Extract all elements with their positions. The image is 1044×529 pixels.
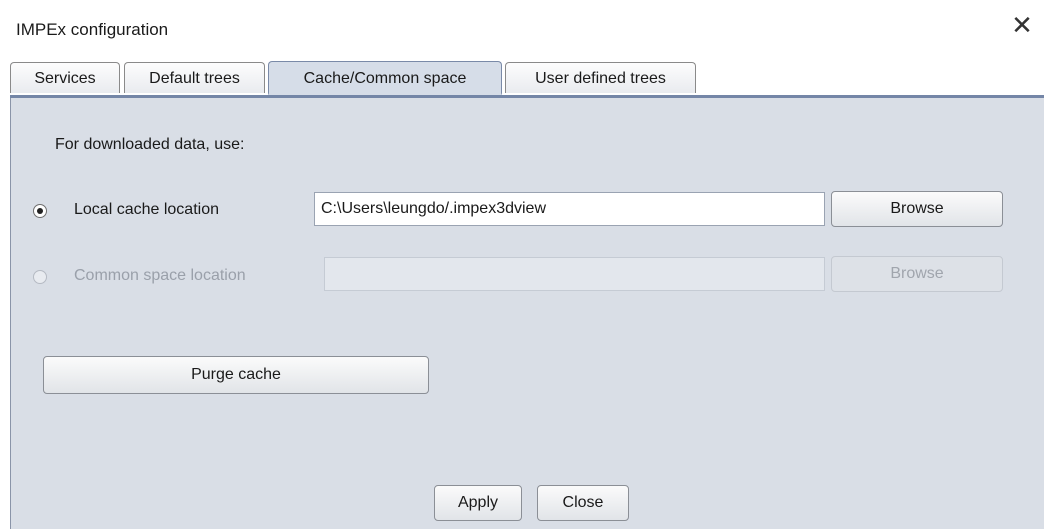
- common-space-label: Common space location: [74, 267, 246, 284]
- title-bar: IMPEx configuration ✕: [0, 0, 1044, 58]
- cache-settings-panel: For downloaded data, use: Local cache lo…: [10, 98, 1044, 529]
- purge-cache-button[interactable]: Purge cache: [43, 356, 429, 394]
- tab-services[interactable]: Services: [10, 62, 120, 93]
- common-space-browse-button[interactable]: Browse: [831, 256, 1003, 292]
- tab-default-trees[interactable]: Default trees: [124, 62, 265, 93]
- tab-user-defined-trees[interactable]: User defined trees: [505, 62, 696, 93]
- apply-button[interactable]: Apply: [434, 485, 522, 521]
- common-space-radio[interactable]: [33, 270, 47, 284]
- dialog-window: IMPEx configuration ✕ Services Default t…: [0, 0, 1044, 529]
- tab-strip: Services Default trees Cache/Common spac…: [10, 61, 1044, 96]
- tab-cache-common-space[interactable]: Cache/Common space: [268, 61, 502, 95]
- intro-label: For downloaded data, use:: [55, 136, 245, 153]
- close-button[interactable]: Close: [537, 485, 629, 521]
- common-space-path-field[interactable]: [324, 257, 825, 291]
- local-cache-path-field[interactable]: C:\Users\leungdo/.impex3dview: [314, 192, 825, 226]
- local-cache-radio[interactable]: [33, 204, 47, 218]
- local-cache-browse-button[interactable]: Browse: [831, 191, 1003, 227]
- close-window-icon[interactable]: ✕: [1008, 12, 1036, 40]
- window-title: IMPEx configuration: [16, 20, 169, 39]
- local-cache-label: Local cache location: [74, 201, 219, 218]
